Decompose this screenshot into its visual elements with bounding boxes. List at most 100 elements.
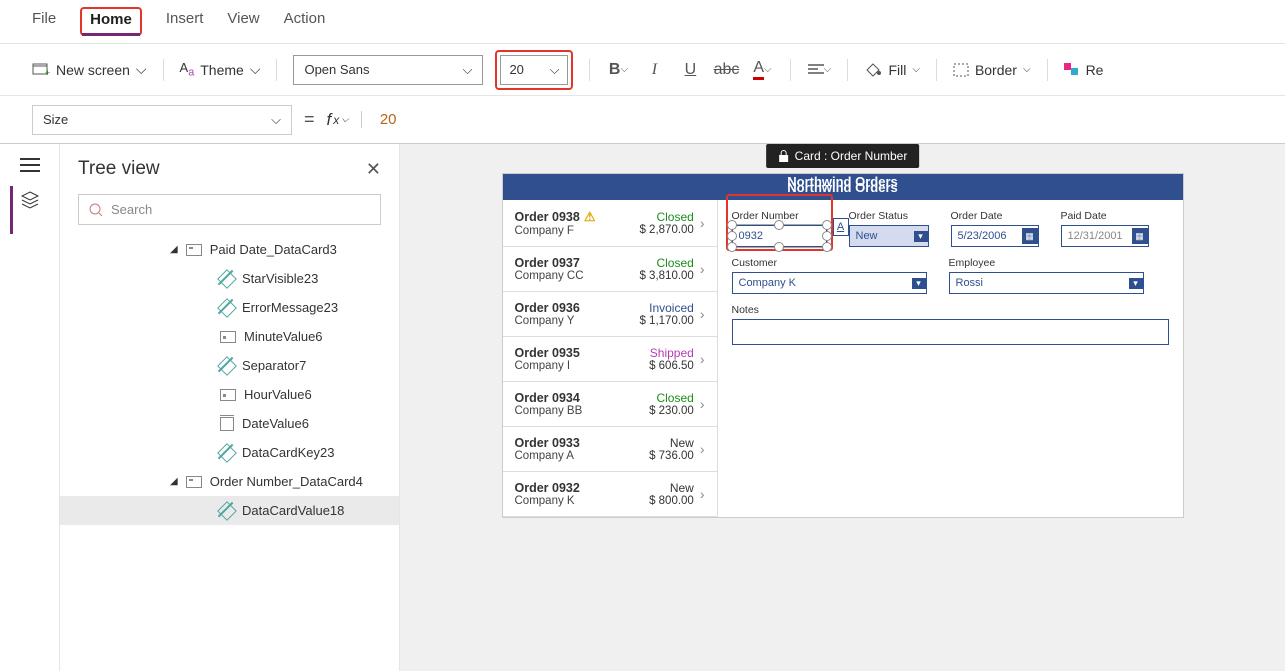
tree-leaf[interactable]: HourValue6 — [60, 380, 399, 409]
tree-leaf[interactable]: DateValue6 — [60, 409, 399, 438]
theme-label: Theme — [200, 62, 244, 78]
bold-button[interactable]: B⌵ — [606, 58, 630, 82]
order-number-input[interactable]: 0932 — [732, 225, 827, 247]
app-title-bar: Northwind Orders — [503, 174, 1183, 200]
font-color-button[interactable]: A⌵ — [750, 58, 774, 82]
order-list-item[interactable]: Order 0938⚠Company FClosed$ 2,870.00› — [503, 200, 717, 247]
orders-list: Order 0938⚠Company FClosed$ 2,870.00›Ord… — [503, 200, 718, 517]
svg-text:+: + — [45, 68, 50, 77]
chevron-right-icon: › — [700, 261, 705, 277]
formula-input[interactable]: 20 — [361, 111, 1253, 128]
tree-leaf[interactable]: ErrorMessage23 — [60, 293, 399, 322]
app-preview: Card : Order Number Northwind Orders Ord… — [503, 174, 1183, 517]
border-icon — [953, 63, 969, 77]
underline-button[interactable]: U — [678, 58, 702, 82]
order-list-item[interactable]: Order 0932Company KNew$ 800.00› — [503, 472, 717, 517]
chevron-right-icon: › — [700, 441, 705, 457]
canvas-area: Card : Order Number Northwind Orders Ord… — [400, 144, 1285, 671]
customer-select[interactable]: Company K▾ — [732, 272, 927, 294]
close-panel-button[interactable]: ✕ — [366, 159, 381, 180]
employee-label: Employee — [949, 257, 1144, 269]
chevron-right-icon: › — [700, 351, 705, 367]
chevron-right-icon: › — [700, 306, 705, 322]
order-list-item[interactable]: Order 0933Company ANew$ 736.00› — [503, 427, 717, 472]
tree-view-panel: Tree view ✕ Search ◢Paid Date_DataCard3S… — [60, 144, 400, 671]
order-list-item[interactable]: Order 0935Company IShipped$ 606.50› — [503, 337, 717, 382]
paint-bucket-icon — [864, 62, 882, 78]
tree-leaf[interactable]: StarVisible23 — [60, 264, 399, 293]
new-screen-label: New screen — [56, 62, 130, 78]
tree-list: ◢Paid Date_DataCard3StarVisible23ErrorMe… — [60, 235, 399, 525]
chevron-right-icon: › — [700, 215, 705, 231]
theme-icon: Aa — [180, 60, 195, 79]
chevron-right-icon: › — [700, 486, 705, 502]
order-list-item[interactable]: Order 0936Company YInvoiced$ 1,170.00› — [503, 292, 717, 337]
font-size-value: 20 — [509, 62, 523, 77]
notes-input[interactable] — [732, 319, 1169, 345]
tree-view-icon[interactable] — [20, 190, 40, 210]
chevron-down-icon: ⌵ — [250, 61, 261, 78]
fx-button[interactable]: fx ⌵ — [327, 110, 349, 130]
calendar-icon: ▦ — [1132, 228, 1148, 244]
menu-home[interactable]: Home — [80, 7, 142, 36]
tree-node[interactable]: ◢Order Number_DataCard4 — [60, 467, 399, 496]
font-size-select[interactable]: 20 ⌵ — [500, 55, 568, 85]
order-list-item[interactable]: Order 0934Company BBClosed$ 230.00› — [503, 382, 717, 427]
chevron-down-icon: ⌵ — [463, 62, 473, 78]
order-status-label: Order Status — [849, 210, 929, 222]
menu-insert[interactable]: Insert — [166, 10, 204, 33]
align-button[interactable]: ⌵ — [807, 58, 831, 82]
tree-leaf[interactable]: DataCardValue18 — [60, 496, 399, 525]
menu-view[interactable]: View — [227, 10, 259, 33]
border-label: Border — [975, 62, 1017, 78]
formula-bar: Size ⌵ = fx ⌵ 20 — [0, 96, 1285, 144]
employee-select[interactable]: Rossi▾ — [949, 272, 1144, 294]
tree-title: Tree view — [78, 158, 160, 180]
menu-file[interactable]: File — [32, 10, 56, 33]
chevron-down-icon: ⌵ — [550, 62, 560, 78]
tree-leaf[interactable]: Separator7 — [60, 351, 399, 380]
paid-date-input[interactable]: 12/31/2001▦ — [1061, 225, 1149, 247]
chevron-down-icon: ⌵ — [271, 112, 281, 128]
left-rail — [0, 144, 60, 671]
theme-button[interactable]: Aa Theme ⌵ — [180, 60, 261, 79]
tree-search-input[interactable]: Search — [78, 194, 381, 225]
reorder-label: Re — [1086, 62, 1104, 78]
lock-icon — [778, 150, 789, 162]
tree-leaf[interactable]: MinuteValue6 — [60, 322, 399, 351]
selection-tooltip: Card : Order Number — [766, 144, 920, 168]
fill-button[interactable]: Fill⌵ — [864, 62, 919, 78]
order-date-input[interactable]: 5/23/2006▦ — [951, 225, 1039, 247]
property-select[interactable]: Size ⌵ — [32, 105, 292, 135]
align-icon — [808, 63, 824, 77]
search-placeholder: Search — [111, 202, 152, 217]
order-status-select[interactable]: New▾ — [849, 225, 929, 247]
tree-leaf[interactable]: DataCardKey23 — [60, 438, 399, 467]
font-select[interactable]: Open Sans ⌵ — [293, 55, 483, 85]
menu-bar: File Home Insert View Action — [0, 0, 1285, 44]
chevron-down-icon: ⌵ — [136, 61, 147, 78]
text-format-indicator: A — [833, 218, 849, 236]
notes-label: Notes — [732, 304, 1169, 316]
font-value: Open Sans — [304, 62, 369, 77]
italic-button[interactable]: I — [642, 58, 666, 82]
chevron-right-icon: › — [700, 396, 705, 412]
calendar-icon: ▦ — [1022, 228, 1038, 244]
border-button[interactable]: Border⌵ — [953, 62, 1031, 78]
paid-date-label: Paid Date — [1061, 210, 1149, 222]
fill-label: Fill — [888, 62, 906, 78]
tree-node[interactable]: ◢Paid Date_DataCard3 — [60, 235, 399, 264]
equals-sign: = — [304, 109, 315, 130]
search-icon — [89, 203, 103, 217]
hamburger-button[interactable] — [20, 158, 40, 172]
order-list-item[interactable]: Order 0937Company CCClosed$ 3,810.00› — [503, 247, 717, 292]
new-screen-button[interactable]: + New screen ⌵ — [32, 61, 147, 78]
new-screen-icon: + — [32, 63, 50, 77]
reorder-button[interactable]: Re — [1064, 62, 1104, 78]
order-form: Order Number 0932 A — [718, 200, 1183, 517]
menu-action[interactable]: Action — [284, 10, 326, 33]
strikethrough-button[interactable]: abc — [714, 58, 738, 82]
toolbar: + New screen ⌵ Aa Theme ⌵ Open Sans ⌵ 20… — [0, 44, 1285, 96]
order-date-label: Order Date — [951, 210, 1039, 222]
customer-label: Customer — [732, 257, 927, 269]
